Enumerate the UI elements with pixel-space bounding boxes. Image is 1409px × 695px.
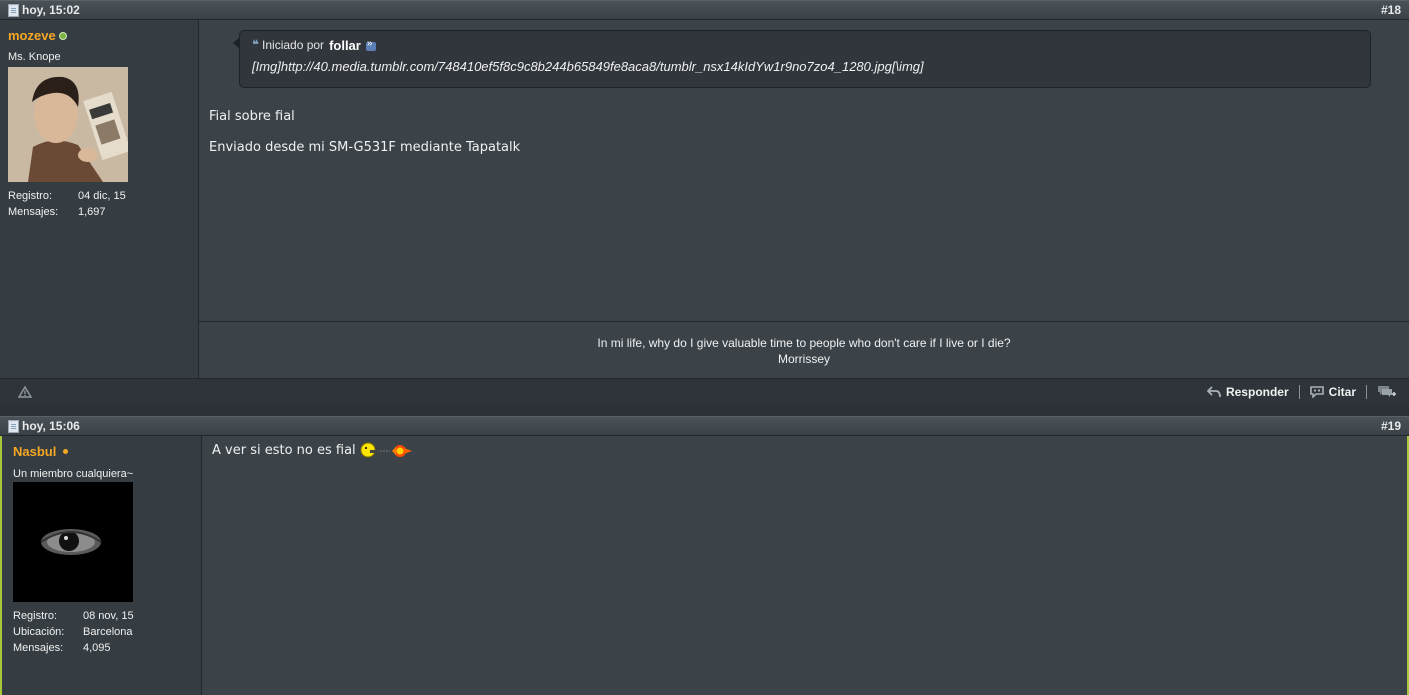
offline-status-icon — [63, 449, 69, 454]
stat-ubicacion: Ubicación: Barcelona — [13, 626, 133, 638]
username-link[interactable]: Nasbul — [13, 444, 190, 459]
post-content: A ver si esto no es fial — [202, 436, 1409, 695]
post-number-link[interactable]: #19 — [1381, 419, 1401, 433]
quote-block: ❛❛ Iniciado por follar [Img]http://40.me… — [233, 30, 1371, 88]
post-footer: Responder Citar — [0, 378, 1409, 404]
document-icon — [8, 3, 19, 17]
online-status-icon — [58, 31, 67, 40]
username-text[interactable]: mozeve — [8, 28, 56, 43]
post-header: hoy, 15:02 #18 — [0, 0, 1409, 20]
avatar[interactable] — [13, 482, 133, 602]
message-text: A ver si esto no es fial — [212, 442, 356, 458]
username-text[interactable]: Nasbul — [13, 444, 56, 459]
stat-mensajes: Mensajes: 4,095 — [13, 642, 111, 654]
post-date-text: hoy, 15:02 — [22, 3, 80, 17]
view-post-icon[interactable] — [365, 38, 376, 51]
message-line-2: Enviado desde mi SM-G531F mediante Tapat… — [209, 140, 521, 155]
post-date: hoy, 15:02 — [8, 3, 80, 17]
shooting-smiley-icon — [360, 442, 412, 458]
warning-triangle-icon[interactable] — [18, 385, 32, 398]
message-line-1: Fial sobre fial — [209, 109, 295, 124]
username-link[interactable]: mozeve — [8, 28, 190, 43]
quote-label[interactable]: Citar — [1329, 385, 1356, 399]
signature-line-2: Morrissey — [777, 352, 830, 366]
user-title: Un miembro cualquiera~ — [13, 468, 134, 480]
document-icon — [8, 419, 19, 433]
post-number-link[interactable]: #18 — [1381, 3, 1401, 17]
user-info-panel: Nasbul Un miembro cualquiera~ Registro: … — [0, 436, 202, 695]
quote-prefix: Iniciado por — [262, 38, 325, 52]
user-info-panel: mozeve Ms. Knope Registro: 04 dic, 15 Me… — [0, 20, 199, 378]
quote-header: ❛❛ Iniciado por follar — [252, 37, 1370, 53]
post-message: Fial sobre fial Enviado desde mi SM-G531… — [209, 109, 520, 155]
stat-registro: Registro: 04 dic, 15 — [8, 190, 126, 202]
post-18: hoy, 15:02 #18 mozeve Ms. Knope Registro… — [0, 0, 1409, 405]
post-19: hoy, 15:06 #19 Nasbul Un miembro cualqui… — [0, 416, 1409, 695]
quote-icon: ❛❛ — [252, 37, 259, 52]
post-content: ❛❛ Iniciado por follar [Img]http://40.me… — [199, 20, 1409, 378]
post-actions: Responder Citar — [1197, 384, 1397, 399]
multiquote-button[interactable] — [1367, 385, 1397, 399]
stat-registro: Registro: 08 nov, 15 — [13, 610, 134, 622]
quote-button[interactable]: Citar — [1300, 385, 1366, 399]
signature-line-1: In mi life, why do I give valuable time … — [597, 336, 1011, 350]
multiquote-plus-icon — [1378, 385, 1396, 397]
post-date-text: hoy, 15:06 — [22, 419, 80, 433]
reply-arrow-icon — [1206, 385, 1221, 397]
user-title: Ms. Knope — [8, 51, 61, 63]
reply-button[interactable]: Responder — [1197, 385, 1299, 399]
quote-text: [Img]http://40.media.tumblr.com/748410ef… — [252, 59, 924, 74]
post-message: A ver si esto no es fial — [212, 442, 414, 458]
post-header: hoy, 15:06 #19 — [0, 416, 1409, 436]
stat-mensajes: Mensajes: 1,697 — [8, 206, 106, 218]
avatar[interactable] — [8, 67, 128, 182]
user-stats: Registro: 08 nov, 15 Ubicación: Barcelon… — [13, 608, 190, 656]
signature: In mi life, why do I give valuable time … — [199, 321, 1409, 378]
post-date: hoy, 15:06 — [8, 419, 80, 433]
quote-author-link[interactable]: follar — [329, 38, 361, 53]
speech-bubble-icon — [1309, 385, 1324, 398]
user-stats: Registro: 04 dic, 15 Mensajes: 1,697 — [8, 188, 190, 220]
reply-label[interactable]: Responder — [1226, 385, 1289, 399]
